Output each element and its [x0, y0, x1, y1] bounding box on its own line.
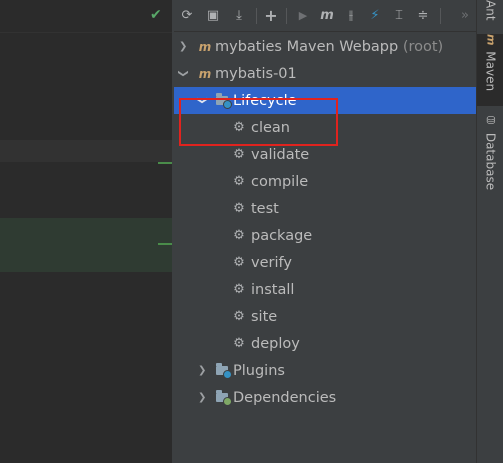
tree-item-phase-verify[interactable]: ⚙ verify [174, 249, 476, 276]
tree-item-project-root[interactable]: ❯ m mybaties Maven Webapp (root) [174, 33, 476, 60]
change-marker [158, 243, 172, 245]
tree-item-dependencies[interactable]: ❯ Dependencies [174, 384, 476, 411]
tree-item-label: deploy [251, 335, 300, 352]
tree-item-label: site [251, 308, 278, 325]
database-icon: ⛁ [484, 114, 498, 127]
download-icon[interactable]: ⤓ [230, 6, 248, 24]
tree-item-phase-compile[interactable]: ⚙ compile [174, 168, 476, 195]
gear-icon: ⚙ [233, 147, 245, 162]
highlight-annotation-box [179, 98, 338, 146]
chevron-right-icon[interactable]: ❯ [198, 392, 206, 403]
chevron-down-icon[interactable]: ❯ [178, 69, 189, 77]
toolbar-separator [286, 8, 287, 24]
tree-item-phase-deploy[interactable]: ⚙ deploy [174, 330, 476, 357]
tree-item-label: test [251, 200, 279, 217]
skip-tests-icon[interactable]: ⫲ [342, 6, 360, 24]
gear-icon: ⚙ [233, 174, 245, 189]
gear-icon: ⚙ [233, 201, 245, 216]
maven-goal-icon[interactable]: m [318, 6, 336, 24]
tree-item-label: install [251, 281, 295, 298]
editor-area[interactable]: ✔ [0, 0, 172, 463]
tab-label: Ant [483, 0, 498, 21]
show-dependencies-icon[interactable]: ⌶ [390, 6, 408, 24]
gear-icon: ⚙ [233, 282, 245, 297]
tree-item-phase-package[interactable]: ⚙ package [174, 222, 476, 249]
tab-label: m Maven [483, 34, 498, 92]
toolbar-separator [256, 8, 257, 24]
chevron-right-icon[interactable]: ❯ [198, 365, 206, 376]
chevron-right-icon[interactable]: ❯ [179, 41, 187, 52]
diff-highlight-block [0, 218, 172, 272]
tree-item-phase-install[interactable]: ⚙ install [174, 276, 476, 303]
gear-icon: ⚙ [233, 255, 245, 270]
more-icon[interactable]: » [456, 6, 474, 24]
tree-item-label: package [251, 227, 313, 244]
editor-tab-strip: ✔ [0, 0, 172, 33]
tree-item-phase-site[interactable]: ⚙ site [174, 303, 476, 330]
gear-icon: ⚙ [233, 309, 245, 324]
maven-project-icon: m [198, 66, 212, 81]
tree-item-label: mybatis-01 [215, 65, 297, 82]
dependencies-folder-icon [215, 390, 232, 406]
toolbar-separator [440, 8, 441, 24]
checkmark-icon: ✔ [150, 7, 162, 23]
add-folder-icon[interactable]: ▣ [204, 6, 222, 24]
tab-database[interactable]: ⛁ Database [477, 114, 503, 198]
tab-label: ⛁ Database [483, 114, 498, 191]
offline-icon[interactable]: ⚡ [366, 6, 384, 24]
maven-toolbar: ⟳ ▣ ⤓ + ▶ m ⫲ ⚡ ⌶ ≑ » [174, 0, 476, 32]
tree-item-label: Dependencies [233, 389, 337, 406]
tree-item-project-mybatis[interactable]: ❯ m mybatis-01 [174, 60, 476, 87]
maven-project-icon: m [198, 39, 212, 54]
current-line-highlight [0, 140, 172, 162]
maven-tool-window: ⟳ ▣ ⤓ + ▶ m ⫲ ⚡ ⌶ ≑ » ❯ m mybaties Maven… [174, 0, 476, 463]
plugins-folder-icon [215, 363, 232, 379]
gear-icon: ⚙ [233, 228, 245, 243]
maven-icon: m [484, 34, 498, 46]
add-icon[interactable]: + [262, 6, 280, 25]
tree-item-plugins[interactable]: ❯ Plugins [174, 357, 476, 384]
right-tool-strip: Ant m Maven ⛁ Database [476, 0, 503, 463]
gear-icon: ⚙ [233, 336, 245, 351]
run-icon[interactable]: ▶ [294, 6, 312, 24]
tree-item-label: validate [251, 146, 310, 163]
tab-ant[interactable]: Ant [477, 0, 503, 30]
collapse-all-icon[interactable]: ≑ [414, 6, 432, 24]
tree-item-label: Plugins [233, 362, 285, 379]
tree-item-label: mybaties Maven Webapp (root) [215, 38, 444, 55]
tree-item-phase-test[interactable]: ⚙ test [174, 195, 476, 222]
change-marker [158, 162, 172, 164]
tree-item-label: compile [251, 173, 309, 190]
reload-icon[interactable]: ⟳ [178, 6, 196, 24]
root-suffix: (root) [402, 38, 444, 55]
tree-item-label: verify [251, 254, 292, 271]
tab-maven[interactable]: m Maven [477, 34, 503, 106]
